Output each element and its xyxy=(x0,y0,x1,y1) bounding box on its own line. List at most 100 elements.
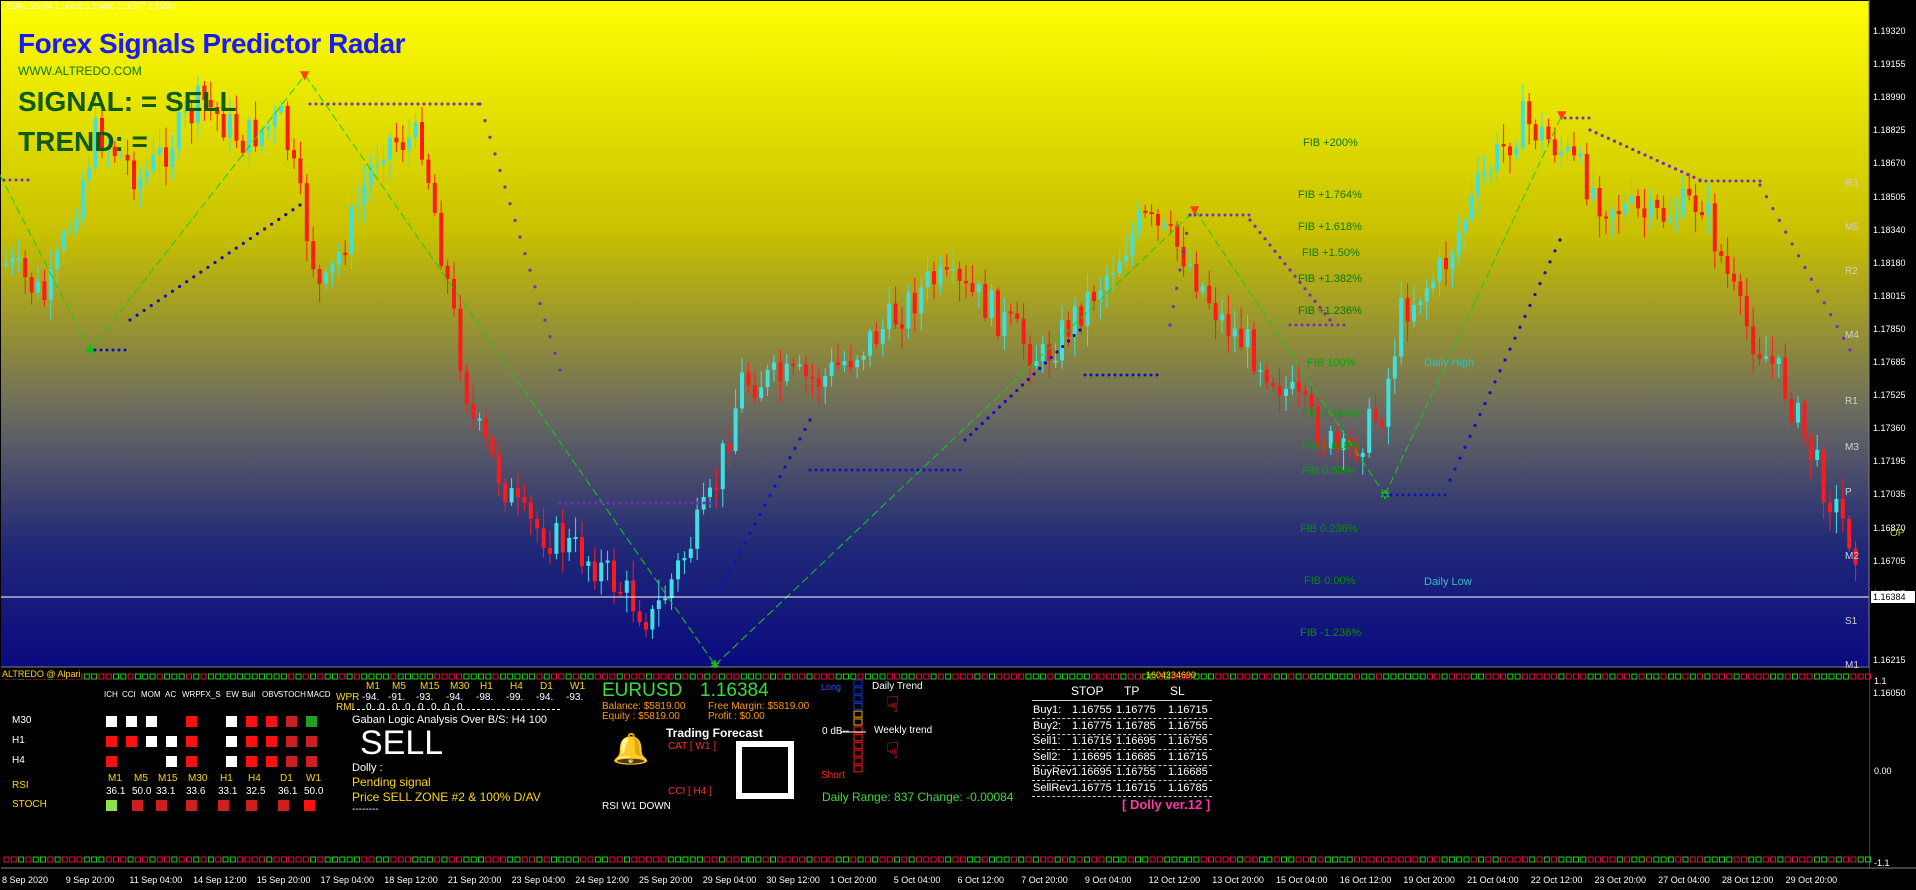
wpr-value: -98. xyxy=(476,692,494,703)
trail-dot xyxy=(714,501,718,505)
trail-dot xyxy=(904,468,908,472)
candle-body xyxy=(1636,195,1640,209)
candle-body xyxy=(727,443,732,451)
trail-dot xyxy=(1199,213,1203,217)
wpr-header-label: M5 xyxy=(392,681,406,692)
candle-body xyxy=(1175,225,1180,247)
trail-dot xyxy=(1119,373,1123,377)
trail-dot xyxy=(543,318,547,322)
candle-body xyxy=(535,518,540,529)
trail-dot xyxy=(1606,136,1610,140)
indicator-header-label: OBV xyxy=(262,690,279,699)
trail-dot xyxy=(708,501,712,505)
candle-body xyxy=(170,149,175,167)
site-url[interactable]: WWW.ALTREDO.COM xyxy=(18,64,142,78)
bell-icon[interactable]: 🔔 xyxy=(612,732,649,767)
trail-dot xyxy=(576,501,580,505)
rmi-value: 0 xyxy=(418,702,424,713)
cci-text: CCI [ H4 ] xyxy=(668,786,712,797)
trail-dot xyxy=(768,493,772,498)
fib-level-label: FIB +1.382% xyxy=(1298,273,1362,285)
trail-dot xyxy=(738,550,742,554)
price-tick-label: 1.16050 xyxy=(1873,688,1906,698)
candle-body xyxy=(1757,354,1762,359)
level-sl: 1.16685 xyxy=(1168,766,1208,778)
signal-cell xyxy=(266,736,277,747)
trail-dot xyxy=(862,468,866,472)
trail-dot xyxy=(170,289,175,293)
candle-body xyxy=(868,331,872,356)
trail-dot xyxy=(1253,224,1257,228)
trail-dot xyxy=(826,468,830,472)
candle-body xyxy=(1066,320,1071,337)
candle-body xyxy=(311,241,316,270)
trail-dot xyxy=(177,284,182,289)
trail-dot xyxy=(1548,260,1552,264)
trail-dot xyxy=(1273,249,1277,253)
trail-dot xyxy=(446,102,450,106)
rmi-value: 0 xyxy=(379,702,385,713)
trail-dot xyxy=(788,456,792,460)
level-tp: 1.16775 xyxy=(1116,704,1156,716)
trail-dot xyxy=(582,501,586,505)
trail-dot xyxy=(969,432,973,437)
candle-body xyxy=(407,137,412,151)
candle-body xyxy=(1015,313,1020,319)
candle-body xyxy=(1732,273,1736,282)
candle-body xyxy=(330,264,335,273)
candle-body xyxy=(1680,188,1685,216)
trail-dot xyxy=(1453,467,1457,471)
candle-body xyxy=(164,147,168,167)
trail-dot xyxy=(1848,348,1852,352)
candle-body xyxy=(1668,218,1672,222)
candle-body xyxy=(1303,391,1308,395)
rmi-value: 0 xyxy=(444,702,450,713)
trail-dot xyxy=(1263,237,1267,241)
trail-dot xyxy=(1205,213,1209,217)
price-tick-label: 1.18825 xyxy=(1873,125,1906,136)
trail-dot xyxy=(850,468,854,472)
signal-cell xyxy=(146,736,157,747)
fib-level-label: FIB 0.764% xyxy=(1302,408,1360,420)
candle-body xyxy=(823,375,828,387)
candle-body xyxy=(1648,199,1653,218)
trail-dot xyxy=(666,501,670,505)
candle-body xyxy=(714,487,719,490)
trail-dot xyxy=(723,578,727,583)
candle-body xyxy=(509,488,514,503)
candle-body xyxy=(1802,402,1807,437)
candle-body xyxy=(810,376,815,379)
date-tick-label: 22 Oct 12:00 xyxy=(1530,875,1583,885)
trail-dot xyxy=(241,241,245,245)
candle-body xyxy=(925,271,930,288)
trail-dot xyxy=(1308,293,1312,297)
candle-body xyxy=(1783,358,1788,399)
candle-body xyxy=(1623,203,1628,214)
candle-body xyxy=(1693,195,1698,213)
trail-dot xyxy=(392,102,396,106)
candle-body xyxy=(1194,264,1199,292)
date-tick-label: 29 Oct 20:00 xyxy=(1785,875,1838,885)
trail-dot xyxy=(798,437,802,441)
pivot-label: P xyxy=(1845,487,1852,498)
symbol-name: EURUSD xyxy=(602,680,683,701)
trail-dot xyxy=(1049,355,1053,360)
trail-dot xyxy=(588,501,592,505)
candle-body xyxy=(1162,223,1167,226)
fib-level-label: FIB -1.236% xyxy=(1300,627,1362,639)
candle-body xyxy=(452,278,456,309)
trail-dot xyxy=(997,405,1002,409)
date-tick-label: 27 Oct 04:00 xyxy=(1658,875,1710,885)
candle-body xyxy=(1418,301,1423,306)
date-tick-label: 1 Oct 20:00 xyxy=(830,875,877,885)
trail-dot xyxy=(1395,493,1399,497)
candle-body xyxy=(650,608,655,630)
candle-body xyxy=(855,359,860,368)
signal-cell xyxy=(126,736,137,747)
candle-body xyxy=(695,509,700,549)
trail-dot xyxy=(1829,313,1833,317)
trail-dot xyxy=(773,484,777,488)
price-tick-label: 1.17360 xyxy=(1873,423,1906,434)
wpr-header-label: H1 xyxy=(480,681,493,692)
candle-body xyxy=(624,580,629,593)
